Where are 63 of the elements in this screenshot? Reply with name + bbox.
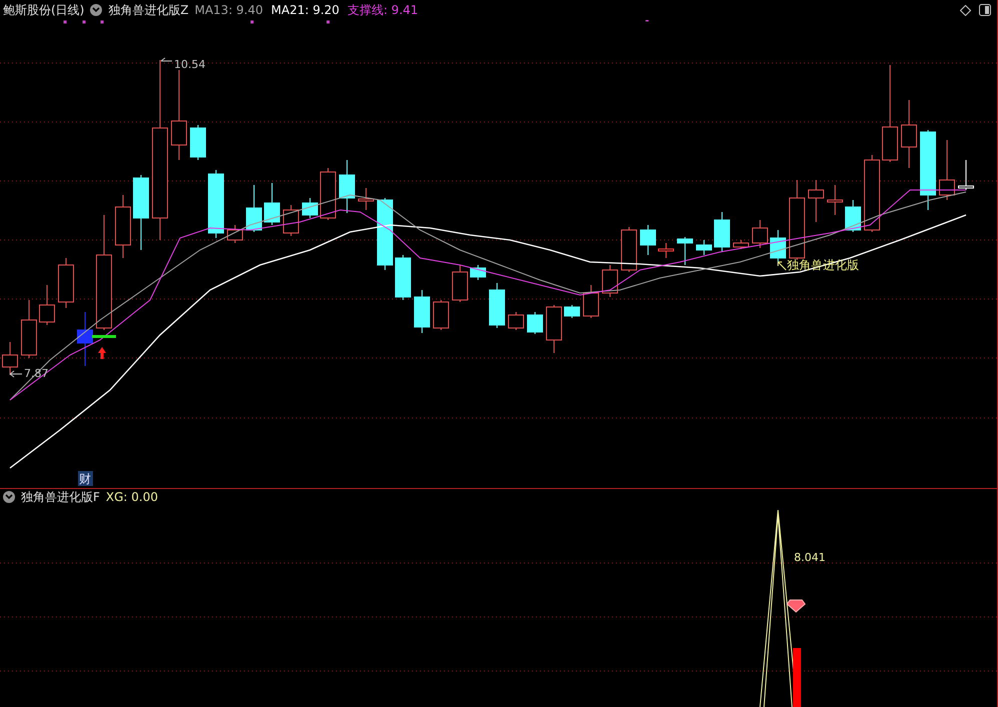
candlestick [21, 300, 37, 358]
panel-toggle-icon[interactable] [979, 4, 991, 16]
diamond-gem-icon [786, 600, 806, 613]
candlestick [208, 170, 224, 238]
candlestick [358, 188, 374, 210]
signal-bar [92, 335, 116, 338]
indicator-reading: MA13: 9.40 [194, 4, 264, 16]
candlestick [958, 160, 974, 190]
candlestick [190, 124, 206, 160]
indicator-reading: 支撑线: 9.41 [347, 4, 418, 16]
stock-title: 鲍斯股份(日线) [3, 4, 84, 16]
dropdown-icon[interactable] [90, 4, 102, 16]
candlestick [770, 230, 786, 262]
candlestick [640, 224, 656, 256]
pointer-line [160, 58, 172, 62]
candlestick [302, 198, 318, 218]
candlestick [714, 212, 730, 252]
candlestick [808, 180, 824, 222]
candlestick [452, 264, 468, 302]
indicator-name: 独角兽进化版Z [108, 4, 189, 16]
candlestick [320, 168, 336, 220]
candlestick [58, 258, 74, 308]
candlestick [845, 200, 861, 232]
peak-value-label: 8.041 [794, 551, 826, 564]
candlestick [827, 184, 843, 216]
candlestick [696, 240, 712, 256]
candlestick [489, 282, 505, 328]
left-arrow-icon [10, 370, 22, 378]
badge: 财 [78, 471, 93, 486]
indicator-reading: XG: 0.00 [106, 491, 158, 503]
candlestick [283, 204, 299, 236]
diamond-icon[interactable] [960, 4, 971, 16]
candlestick [583, 284, 599, 318]
candlestick [246, 184, 262, 232]
dropdown-icon[interactable] [3, 491, 15, 503]
signal-bar [793, 648, 801, 707]
candlestick [939, 140, 955, 200]
candlestick [470, 264, 486, 280]
candlestick [264, 182, 280, 226]
candlestick [433, 300, 449, 330]
candlestick [621, 226, 637, 272]
candlestick [752, 220, 768, 248]
indicator-reading: MA21: 9.20 [271, 4, 340, 16]
candlestick [77, 312, 93, 366]
indicator-name: 独角兽进化版F [21, 491, 100, 503]
candlestick [546, 304, 562, 354]
candlestick [527, 312, 543, 334]
candlestick [733, 240, 749, 250]
candlestick [677, 236, 693, 266]
candlestick [395, 254, 411, 300]
candlestick [227, 224, 243, 244]
candlestick [602, 264, 618, 298]
candlestick [339, 160, 355, 214]
candlestick [658, 242, 674, 258]
up-arrow-icon [98, 347, 106, 359]
candlestick [414, 290, 430, 334]
candlestick [564, 304, 580, 318]
candlestick [901, 100, 917, 168]
pointer-arrow-icon [778, 262, 786, 270]
candlestick [508, 312, 524, 330]
high-price-label: 10.54 [174, 58, 206, 71]
candlestick [39, 284, 55, 326]
candlestick [115, 194, 131, 258]
